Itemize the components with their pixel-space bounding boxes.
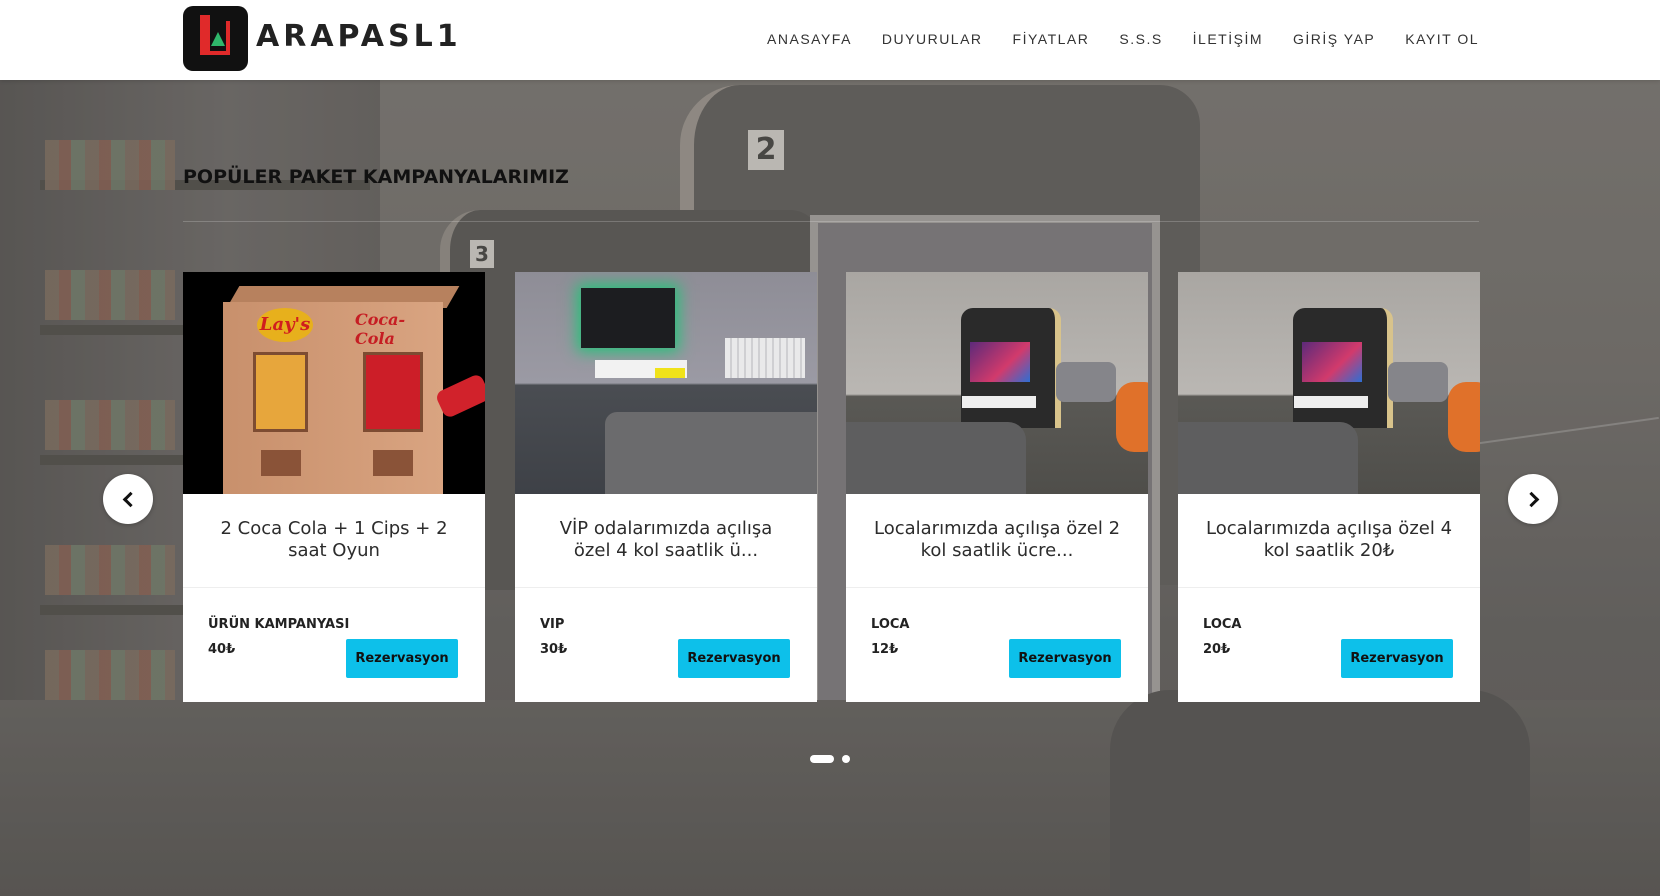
card-price: 20₺ xyxy=(1203,642,1231,657)
nav-item-anasayfa[interactable]: ANASAYFA xyxy=(767,31,852,47)
site-header: ARAPASL1 ANASAYFA DUYURULAR FİYATLAR S.S… xyxy=(0,0,1660,80)
card-category: LOCA xyxy=(1203,617,1242,632)
card-title: 2 Coca Cola + 1 Cips + 2 saat Oyun xyxy=(220,518,448,561)
loca-room-image xyxy=(846,272,1148,494)
nav-item-duyurular[interactable]: DUYURULAR xyxy=(882,31,983,47)
campaign-card: Lay's Coca-Cola 2 Coca Cola + 1 Cips + 2… xyxy=(183,272,485,702)
reservation-button[interactable]: Rezervasyon xyxy=(1341,639,1453,678)
campaign-card: Localarımızda açılışa özel 4 kol saatlik… xyxy=(1178,272,1480,702)
carousel-prev-button[interactable] xyxy=(103,474,153,524)
section-title: POPÜLER PAKET KAMPANYALARIMIZ xyxy=(183,166,569,188)
reservation-button[interactable]: Rezervasyon xyxy=(1009,639,1121,678)
section-divider xyxy=(183,221,1479,222)
vip-room-image xyxy=(515,272,817,494)
carousel-indicators xyxy=(810,755,850,763)
campaign-card: VİP odalarımızda açılışa özel 4 kol saat… xyxy=(515,272,817,702)
vending-machine-image: Lay's Coca-Cola xyxy=(183,272,485,494)
nav-item-giris-yap[interactable]: GİRİŞ YAP xyxy=(1293,31,1375,47)
card-price: 12₺ xyxy=(871,642,899,657)
card-title: Localarımızda açılışa özel 4 kol saatlik… xyxy=(1206,518,1453,561)
card-category: ÜRÜN KAMPANYASI xyxy=(208,617,350,632)
card-title: Localarımızda açılışa özel 2 kol saatlik… xyxy=(874,518,1121,561)
carousel-dot-active[interactable] xyxy=(810,755,834,763)
card-price: 30₺ xyxy=(540,642,568,657)
campaign-card: Localarımızda açılışa özel 2 kol saatlik… xyxy=(846,272,1148,702)
card-category: LOCA xyxy=(871,617,910,632)
nav-item-kayit-ol[interactable]: KAYIT OL xyxy=(1405,31,1479,47)
reservation-button[interactable]: Rezervasyon xyxy=(346,639,458,678)
carousel-dot[interactable] xyxy=(842,755,850,763)
carousel-next-button[interactable] xyxy=(1508,474,1558,524)
nav-item-fiyatlar[interactable]: FİYATLAR xyxy=(1013,31,1090,47)
nav-item-iletisim[interactable]: İLETİŞİM xyxy=(1193,31,1263,47)
card-category: VIP xyxy=(540,617,565,632)
reservation-button[interactable]: Rezervasyon xyxy=(678,639,790,678)
chevron-left-icon xyxy=(122,491,138,507)
card-title: VİP odalarımızda açılışa özel 4 kol saat… xyxy=(559,518,773,561)
brand-logo-icon[interactable] xyxy=(183,6,248,71)
card-price: 40₺ xyxy=(208,642,236,657)
brand-name[interactable]: ARAPASL1 xyxy=(256,19,462,54)
loca-room-image xyxy=(1178,272,1480,494)
main-nav: ANASAYFA DUYURULAR FİYATLAR S.S.S İLETİŞ… xyxy=(737,31,1479,47)
nav-item-sss[interactable]: S.S.S xyxy=(1119,31,1162,47)
chevron-right-icon xyxy=(1523,491,1539,507)
